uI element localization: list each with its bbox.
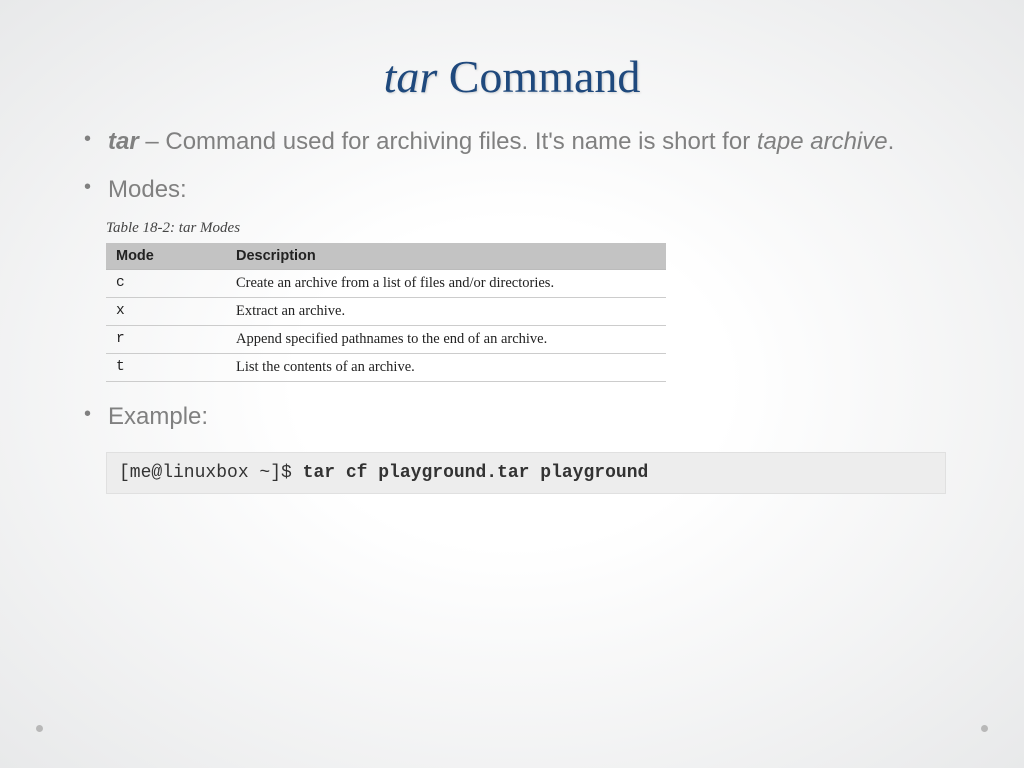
cell-mode: r xyxy=(106,326,226,354)
table-row: t List the contents of an archive. xyxy=(106,354,666,382)
th-mode: Mode xyxy=(106,243,226,270)
bullet-1-rest: – Command used for archiving files. It's… xyxy=(139,128,757,155)
th-desc: Description xyxy=(226,243,666,270)
decoration-dot-left xyxy=(36,725,43,732)
bullet-2: Modes: xyxy=(70,173,954,207)
slide: tar Command tar – Command used for archi… xyxy=(0,0,1024,768)
title-part-italic: tar xyxy=(384,51,438,102)
table-row: x Extract an archive. xyxy=(106,298,666,326)
cell-mode: x xyxy=(106,298,226,326)
table-caption: Table 18-2: tar Modes xyxy=(106,220,666,237)
cell-desc: Append specified pathnames to the end of… xyxy=(226,326,666,354)
decoration-dot-right xyxy=(981,725,988,732)
bullet-1-italic: tape archive xyxy=(757,128,888,155)
modes-table-block: Table 18-2: tar Modes Mode Description c… xyxy=(106,220,666,382)
bullet-3: Example: xyxy=(70,400,954,434)
bullet-1-tail: . xyxy=(888,128,895,155)
cell-mode: t xyxy=(106,354,226,382)
cell-desc: Extract an archive. xyxy=(226,298,666,326)
table-header-row: Mode Description xyxy=(106,243,666,270)
cell-desc: Create an archive from a list of files a… xyxy=(226,270,666,298)
bullet-list-2: Example: xyxy=(70,400,954,434)
bullet-list: tar – Command used for archiving files. … xyxy=(70,125,954,206)
bullet-1-bold: tar xyxy=(108,128,139,155)
cell-mode: c xyxy=(106,270,226,298)
bullet-1: tar – Command used for archiving files. … xyxy=(70,125,954,159)
title-part-rest: Command xyxy=(437,51,640,102)
cell-desc: List the contents of an archive. xyxy=(226,354,666,382)
table-row: c Create an archive from a list of files… xyxy=(106,270,666,298)
modes-table: Mode Description c Create an archive fro… xyxy=(106,243,666,382)
example-code: [me@linuxbox ~]$ tar cf playground.tar p… xyxy=(106,452,946,494)
table-row: r Append specified pathnames to the end … xyxy=(106,326,666,354)
slide-title: tar Command xyxy=(70,50,954,103)
shell-prompt: [me@linuxbox ~]$ xyxy=(119,463,303,483)
shell-command: tar cf playground.tar playground xyxy=(303,463,649,483)
